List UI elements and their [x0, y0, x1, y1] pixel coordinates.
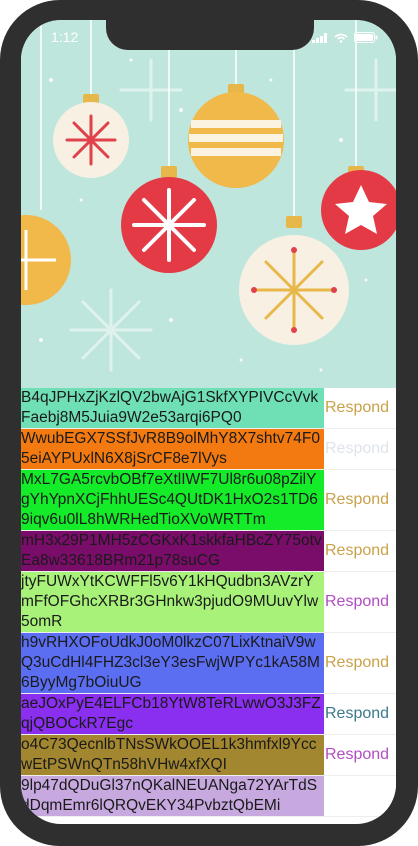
- cellular-signal-icon: [312, 30, 328, 48]
- message-text: B4qJPHxZjKzlQV2bwAjG1SkfXYPIVCcVvkFaebj8…: [21, 388, 324, 428]
- message-text: jtyFUWxYtKCWFFl5v6Y1kHQudbn3AVzrYmFfOFGh…: [21, 572, 324, 632]
- wifi-icon: [334, 30, 348, 48]
- message-text: h9vRHXOFoUdkJ0oM0lkzC07LixKtnaiV9wQ3uCdH…: [21, 633, 324, 693]
- holiday-banner-image: [21, 20, 396, 388]
- message-text: o4C73QecnlbTNsSWkOOEL1k3hmfxl9YccwEtPSWn…: [21, 735, 324, 775]
- message-text: aeJOxPyE4ELFCb18YtW8TeRLwwO3J3FZqjQBOCkR…: [21, 694, 324, 734]
- message-text: 9lp47dQDuGl37nQKalNEUANga72YArTdSdDqmEmr…: [21, 776, 324, 816]
- phone-frame: 1:12 B4qJPHxZjKzlQV2bwAjG1SkfXYPIVCcVvkF…: [0, 0, 418, 846]
- list-item: WwubEGX7SSfJvR8B9olMhY8X7shtv74F05eiAYPU…: [21, 429, 396, 470]
- list-item: o4C73QecnlbTNsSWkOOEL1k3hmfxl9YccwEtPSWn…: [21, 735, 396, 776]
- device-notch: [106, 20, 314, 50]
- respond-button[interactable]: Respond: [324, 470, 396, 530]
- respond-button[interactable]: Respond: [324, 572, 396, 632]
- respond-button[interactable]: Respond: [324, 531, 396, 571]
- list-item: B4qJPHxZjKzlQV2bwAjG1SkfXYPIVCcVvkFaebj8…: [21, 388, 396, 429]
- list-item: MxL7GA5rcvbOBf7eXtlIWF7Ul8r6u08pZilYgYhY…: [21, 470, 396, 531]
- list-item: h9vRHXOFoUdkJ0oM0lkzC07LixKtnaiV9wQ3uCdH…: [21, 633, 396, 694]
- status-icons: [312, 30, 378, 48]
- ornaments-illustration: [21, 20, 396, 372]
- respond-button[interactable]: Respond: [324, 694, 396, 734]
- battery-icon: [354, 30, 378, 48]
- respond-button[interactable]: Respond: [324, 735, 396, 775]
- respond-button[interactable]: Respond: [324, 429, 396, 469]
- list-item: 9lp47dQDuGl37nQKalNEUANga72YArTdSdDqmEmr…: [21, 776, 396, 817]
- message-text: MxL7GA5rcvbOBf7eXtlIWF7Ul8r6u08pZilYgYhY…: [21, 470, 324, 530]
- app-screen: 1:12 B4qJPHxZjKzlQV2bwAjG1SkfXYPIVCcVvkF…: [21, 20, 396, 824]
- message-list: B4qJPHxZjKzlQV2bwAjG1SkfXYPIVCcVvkFaebj8…: [21, 388, 396, 817]
- respond-button[interactable]: Respond: [324, 633, 396, 693]
- list-item: jtyFUWxYtKCWFFl5v6Y1kHQudbn3AVzrYmFfOFGh…: [21, 572, 396, 633]
- status-time: 1:12: [51, 29, 79, 45]
- message-text: mH3x29P1MH5zCGKxK1skkfaHBcZY75otvEa8w336…: [21, 531, 324, 571]
- list-item: aeJOxPyE4ELFCb18YtW8TeRLwwO3J3FZqjQBOCkR…: [21, 694, 396, 735]
- message-text: WwubEGX7SSfJvR8B9olMhY8X7shtv74F05eiAYPU…: [21, 429, 324, 469]
- respond-button[interactable]: Respond: [324, 388, 396, 428]
- respond-button[interactable]: [324, 776, 396, 816]
- list-item: mH3x29P1MH5zCGKxK1skkfaHBcZY75otvEa8w336…: [21, 531, 396, 572]
